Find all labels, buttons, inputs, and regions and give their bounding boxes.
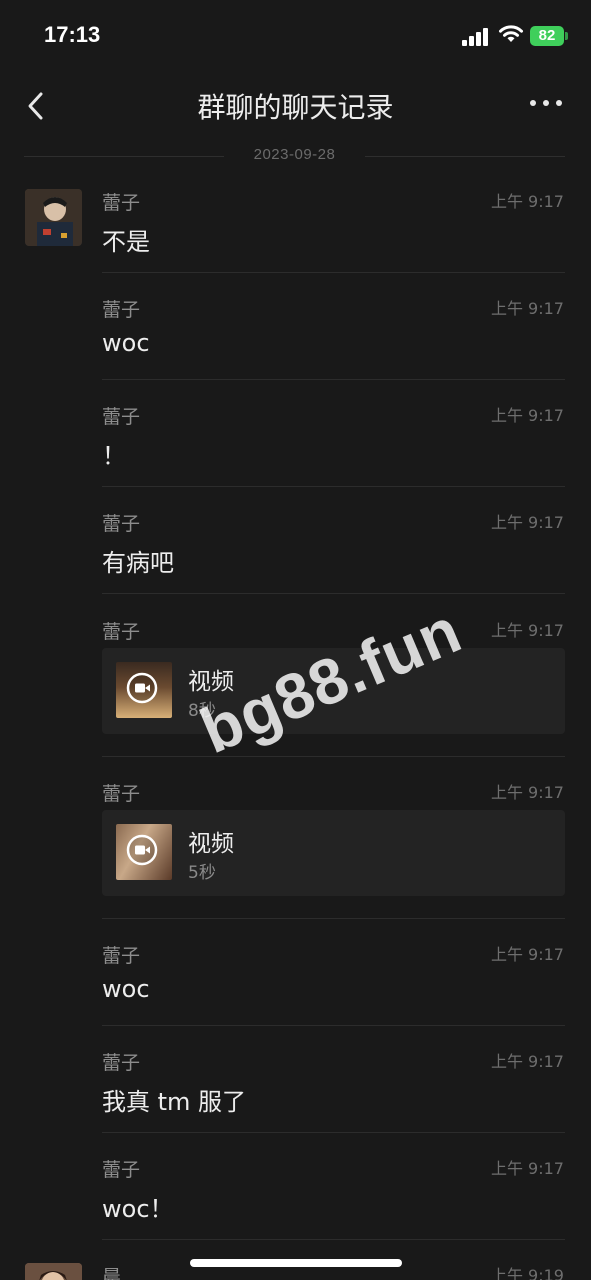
sender-name: 晨: [102, 1266, 122, 1280]
message-text: 有病吧: [102, 549, 174, 577]
home-indicator[interactable]: [190, 1259, 402, 1267]
divider: [102, 272, 565, 273]
message-time: 上午 9:17: [490, 406, 564, 425]
video-play-icon: [126, 672, 158, 704]
video-thumbnail: [116, 824, 172, 880]
message-text: woc: [102, 329, 150, 357]
battery-cap: [565, 32, 568, 40]
sender-name: 蕾子: [102, 299, 141, 321]
message-time: 上午 9:17: [490, 621, 564, 640]
video-card[interactable]: 视频 5秒: [102, 810, 565, 896]
status-bar: 17:13 82: [0, 0, 591, 72]
sender-name: 蕾子: [102, 945, 141, 967]
message-time: 上午 9:17: [490, 513, 564, 532]
status-time: 17:13: [44, 22, 101, 47]
chat-message[interactable]: 蕾子 上午 9:17 有病吧: [0, 501, 591, 594]
video-duration: 5秒: [188, 863, 216, 883]
message-time: 上午 9:19: [490, 1266, 564, 1280]
date-separator: 2023-09-28: [24, 146, 565, 166]
video-title: 视频: [188, 831, 234, 857]
chat-message[interactable]: 蕾子 上午 9:17 不是: [0, 180, 591, 273]
message-text: woc: [102, 975, 150, 1003]
message-text: woc！: [102, 1195, 174, 1223]
divider: [102, 1132, 565, 1133]
sender-name: 蕾子: [102, 406, 141, 428]
message-time: 上午 9:17: [490, 783, 564, 802]
sender-name: 蕾子: [102, 783, 141, 805]
divider: [102, 486, 565, 487]
divider: [102, 1025, 565, 1026]
chat-message[interactable]: 晨 上午 9:19: [0, 1254, 591, 1280]
battery-indicator: 82: [530, 26, 564, 46]
chat-message[interactable]: 蕾子 上午 9:17 ！: [0, 394, 591, 487]
chat-message[interactable]: 蕾子 上午 9:17 woc！: [0, 1147, 591, 1240]
page-title: 群聊的聊天记录: [197, 91, 394, 124]
chat-message[interactable]: 蕾子 上午 9:17 视频 5秒: [0, 771, 591, 919]
message-text: ！: [102, 442, 126, 470]
sender-name: 蕾子: [102, 1052, 141, 1074]
chat-message[interactable]: 蕾子 上午 9:17 我真 tm 服了: [0, 1040, 591, 1133]
message-time: 上午 9:17: [490, 192, 564, 211]
divider: [102, 593, 565, 594]
sender-name: 蕾子: [102, 192, 141, 214]
divider: [102, 756, 565, 757]
date-label: 2023-09-28: [253, 146, 336, 163]
message-time: 上午 9:17: [490, 299, 564, 318]
video-play-icon: [126, 834, 158, 866]
more-dots-icon[interactable]: [530, 100, 564, 110]
message-text: 不是: [102, 228, 150, 256]
avatar[interactable]: [25, 189, 82, 246]
signal-icon: [462, 28, 490, 46]
divider: [102, 918, 565, 919]
divider: [102, 379, 565, 380]
video-thumbnail: [116, 662, 172, 718]
message-time: 上午 9:17: [490, 1159, 564, 1178]
avatar[interactable]: [25, 1263, 82, 1280]
chat-message[interactable]: 蕾子 上午 9:17 woc: [0, 933, 591, 1026]
message-text: 我真 tm 服了: [102, 1088, 247, 1116]
chat-message[interactable]: 蕾子 上午 9:17 woc: [0, 287, 591, 380]
message-time: 上午 9:17: [490, 1052, 564, 1071]
divider: [102, 1239, 565, 1240]
message-time: 上午 9:17: [490, 945, 564, 964]
sender-name: 蕾子: [102, 621, 141, 643]
sender-name: 蕾子: [102, 1159, 141, 1181]
wifi-icon: [499, 25, 523, 42]
nav-bar: 群聊的聊天记录: [0, 72, 591, 142]
sender-name: 蕾子: [102, 513, 141, 535]
